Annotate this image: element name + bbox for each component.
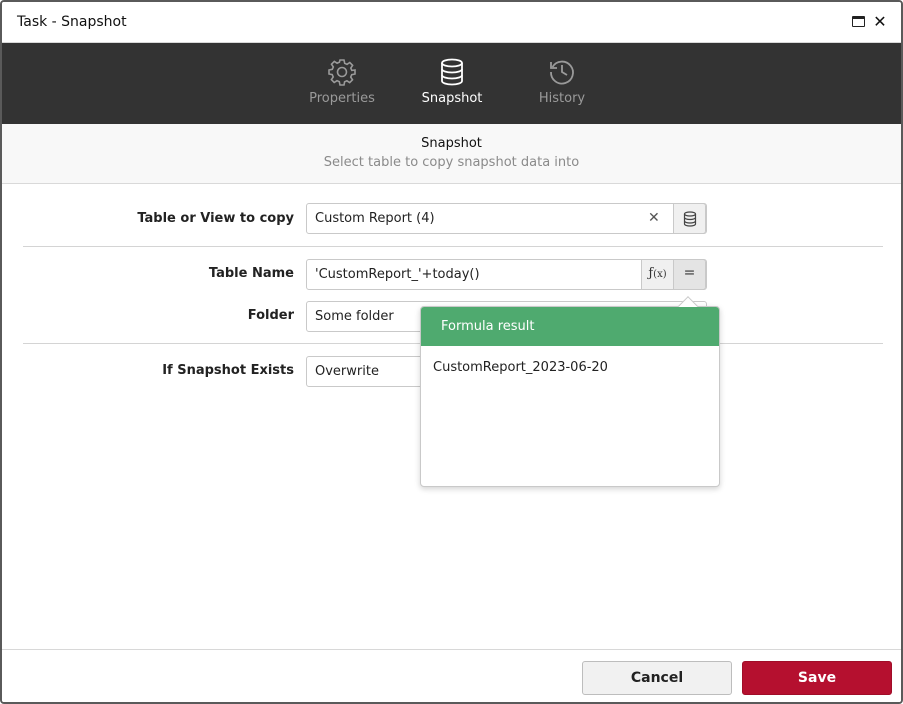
- table-or-view-value: Custom Report (4): [315, 211, 435, 226]
- tab-properties-label: Properties: [309, 91, 375, 106]
- maximize-icon[interactable]: [851, 14, 867, 30]
- gear-icon: [328, 59, 356, 86]
- popup-title: Formula result: [441, 319, 535, 334]
- divider: [23, 246, 883, 247]
- tab-history-label: History: [538, 91, 586, 106]
- tab-snapshot-label: Snapshot: [421, 91, 483, 106]
- footer: Cancel Save: [2, 649, 901, 702]
- if-exists-label: If Snapshot Exists: [162, 363, 294, 378]
- popup-header: Formula result: [421, 307, 719, 346]
- table-name-input[interactable]: 'CustomReport_'+today() ƒ(x) =: [306, 259, 707, 290]
- section-title: Snapshot: [421, 136, 482, 151]
- database-icon: [441, 58, 463, 86]
- folder-label: Folder: [247, 308, 294, 323]
- section-subtitle: Select table to copy snapshot data into: [323, 155, 580, 170]
- equals-icon: =: [683, 265, 696, 281]
- folder-value: Some folder: [315, 309, 394, 324]
- section-header: Snapshot Select table to copy snapshot d…: [2, 124, 901, 184]
- if-exists-value: Overwrite: [315, 364, 379, 379]
- table-or-view-label: Table or View to copy: [137, 211, 294, 226]
- function-icon: ƒ(x): [648, 266, 667, 281]
- tab-snapshot[interactable]: Snapshot: [407, 57, 497, 113]
- save-button[interactable]: Save: [742, 661, 892, 695]
- table-name-value: 'CustomReport_'+today(): [315, 267, 480, 282]
- title-bar: Task - Snapshot ✕: [2, 2, 901, 43]
- cancel-button[interactable]: Cancel: [582, 661, 732, 695]
- history-icon: [550, 60, 574, 85]
- tab-properties[interactable]: Properties: [297, 57, 387, 113]
- formula-button[interactable]: ƒ(x): [641, 259, 674, 290]
- database-icon: [683, 211, 696, 227]
- table-or-view-select[interactable]: Custom Report (4) ✕: [306, 203, 707, 234]
- close-icon[interactable]: ✕: [872, 14, 888, 30]
- evaluate-formula-button[interactable]: =: [673, 259, 706, 290]
- tab-history[interactable]: History: [517, 57, 607, 113]
- clear-icon[interactable]: ✕: [648, 210, 660, 226]
- window-title: Task - Snapshot: [17, 14, 127, 30]
- database-picker-button[interactable]: [673, 203, 706, 234]
- table-name-label: Table Name: [208, 266, 294, 281]
- task-dialog: Task - Snapshot ✕ Properties Snapshot Hi…: [0, 0, 903, 704]
- formula-result-value: CustomReport_2023-06-20: [433, 360, 608, 375]
- tab-bar: Properties Snapshot History: [2, 43, 901, 124]
- formula-result-popup: Formula result CustomReport_2023-06-20: [420, 296, 720, 487]
